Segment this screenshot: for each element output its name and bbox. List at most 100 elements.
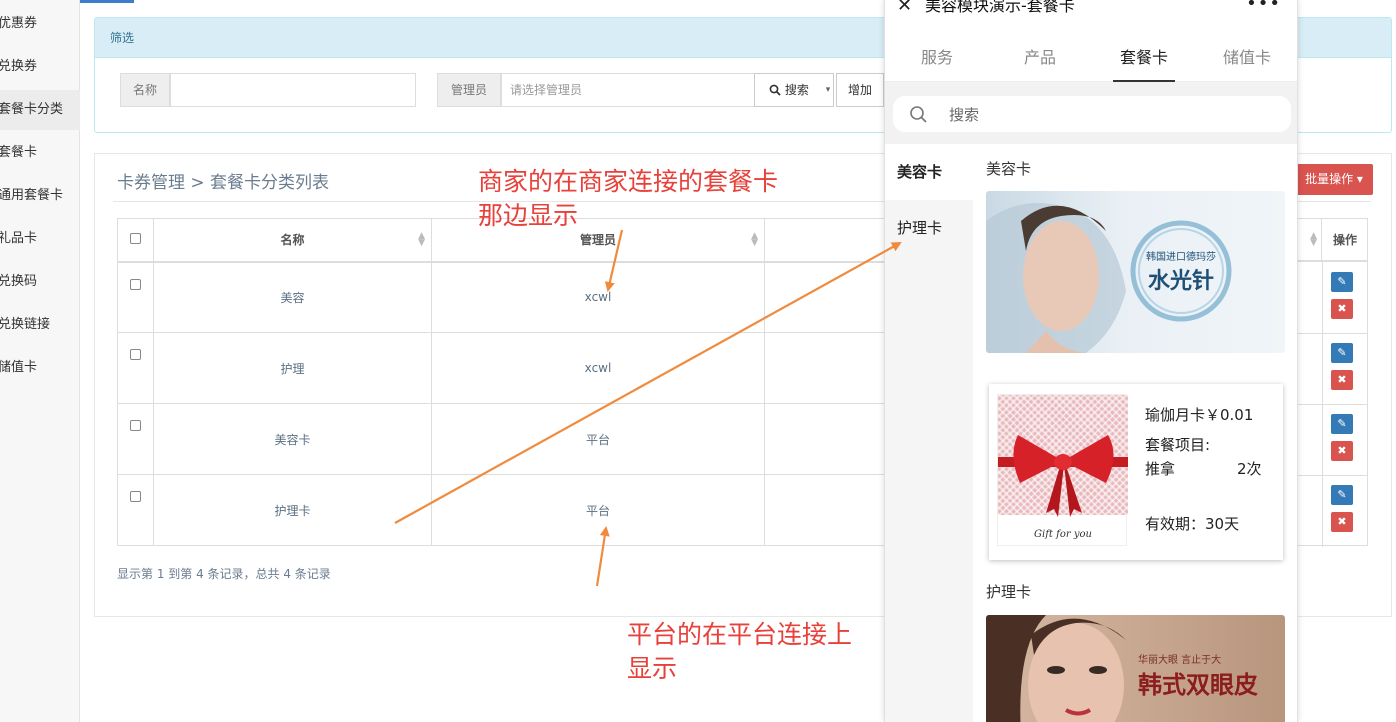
table-right-edge: ▲ ▼ 操作 ✎ ✖ ✎ ✖ ✎ ✖ ✎ ✖	[1298, 218, 1368, 547]
tab-service[interactable]: 服务	[885, 44, 989, 68]
edit-button[interactable]: ✎	[1331, 272, 1353, 292]
admin-select[interactable]: 请选择管理员	[501, 73, 755, 107]
gift-card-validity: 有效期：30天	[1145, 515, 1240, 533]
sort-icon: ▲ ▼	[1310, 231, 1317, 248]
row-checkbox-cell	[117, 474, 154, 546]
search-dropdown-toggle[interactable]: ▾	[823, 73, 834, 107]
close-icon: ✖	[1337, 373, 1347, 386]
row-checkbox-cell	[117, 332, 154, 404]
sidebar-item-package-category[interactable]: 套餐卡分类	[0, 90, 80, 130]
select-all-checkbox[interactable]	[130, 233, 141, 244]
close-icon: ✖	[1337, 515, 1347, 528]
gift-card-item-count: 2次	[1237, 460, 1262, 478]
cell-name: 护理卡	[153, 474, 432, 546]
cell-name: 护理	[153, 332, 432, 404]
table-row: 美容 xcwl	[117, 261, 885, 333]
sidebar-item-stored-value[interactable]: 储值卡	[0, 348, 80, 388]
row-checkbox[interactable]	[130, 349, 141, 360]
cell-hidden	[764, 261, 885, 333]
sidebar-item-redeem-code[interactable]: 兑换码	[0, 262, 80, 302]
annotation-merchant-line2: 那边显示	[478, 201, 579, 230]
gift-caption: Gift for you	[1034, 529, 1092, 540]
mobile-search-input[interactable]: 搜索	[893, 96, 1291, 132]
table-row: 护理 xcwl	[117, 332, 885, 404]
edit-icon: ✎	[1337, 275, 1347, 288]
page-edge	[1392, 17, 1396, 617]
cell-hidden	[764, 403, 885, 475]
edit-button[interactable]: ✎	[1331, 485, 1353, 505]
category-beauty-card[interactable]: 美容卡	[885, 144, 973, 200]
sidebar-item-package-card[interactable]: 套餐卡	[0, 133, 80, 173]
search-button-label: 搜索	[784, 83, 809, 97]
add-button[interactable]: 增加	[836, 73, 884, 107]
delete-button[interactable]: ✖	[1331, 441, 1353, 461]
breadcrumb: 卡券管理 > 套餐卡分类列表	[117, 173, 330, 193]
sidebar-item-general-package[interactable]: 通用套餐卡	[0, 176, 80, 216]
delete-button[interactable]: ✖	[1331, 370, 1353, 390]
admin-label: 管理员	[437, 73, 501, 107]
app-window: 优惠券 兑换券 套餐卡分类 套餐卡 通用套餐卡 礼品卡 兑换码 兑换链接 储值卡…	[0, 0, 1396, 722]
sidebar-item-coupon[interactable]: 优惠券	[0, 4, 80, 44]
close-icon[interactable]: ✕	[897, 0, 912, 15]
row-checkbox[interactable]	[130, 278, 141, 290]
annotation-platform-line1: 平台的在平台连接上	[627, 620, 853, 649]
top-tab-accent	[80, 0, 134, 3]
delete-button[interactable]: ✖	[1331, 512, 1353, 532]
name-input[interactable]	[170, 73, 416, 107]
table-row: 护理卡 平台	[117, 474, 885, 546]
row-checkbox-cell	[117, 403, 154, 475]
tab-product[interactable]: 产品	[988, 44, 1092, 68]
divider	[1298, 475, 1368, 476]
column-name-label: 名称	[280, 233, 305, 248]
mobile-title-bar: ✕ 美容模块演示-套餐卡 •••	[885, 0, 1297, 20]
close-icon: ✖	[1337, 444, 1347, 457]
divider	[1298, 333, 1368, 334]
column-admin-label: 管理员	[579, 233, 616, 248]
banner-title: 韩式双眼皮	[1138, 671, 1258, 699]
cell-admin: 平台	[431, 474, 765, 546]
banner-subtitle: 华丽大眼 言止于大	[1138, 655, 1222, 666]
edit-button[interactable]: ✎	[1331, 414, 1353, 434]
sort-icon: ▲ ▼	[418, 231, 425, 248]
gift-card-item-name: 推拿	[1145, 460, 1176, 478]
sidebar-item-gift-card[interactable]: 礼品卡	[0, 219, 80, 259]
section-title-beauty: 美容卡	[986, 160, 1032, 178]
delete-button[interactable]: ✖	[1331, 299, 1353, 319]
row-checkbox[interactable]	[130, 491, 141, 502]
care-card-banner[interactable]: 华丽大眼 言止于大 韩式双眼皮	[986, 615, 1285, 722]
tab-package-card[interactable]: 套餐卡	[1092, 44, 1196, 68]
beauty-card-banner[interactable]: 韩国进口德玛莎 水光针	[986, 191, 1285, 353]
cell-admin: xcwl	[431, 261, 765, 333]
edit-icon: ✎	[1337, 346, 1347, 359]
gift-card-image: Gift for you	[997, 394, 1128, 546]
table-row: 美容卡 平台	[117, 403, 885, 475]
cell-admin: xcwl	[431, 332, 765, 404]
row-checkbox[interactable]	[130, 420, 141, 431]
name-label: 名称	[120, 73, 170, 107]
column-header-name[interactable]: 名称 ▲ ▼	[153, 218, 432, 263]
bulk-actions-button[interactable]: 批量操作 ▾	[1295, 164, 1373, 195]
tab-stored-value[interactable]: 储值卡	[1195, 44, 1297, 68]
more-icon[interactable]: •••	[1246, 0, 1281, 13]
search-icon	[769, 84, 781, 96]
edit-button[interactable]: ✎	[1331, 343, 1353, 363]
category-care-card[interactable]: 护理卡	[885, 200, 973, 256]
gift-card-items-label: 套餐项目:	[1145, 436, 1211, 454]
mobile-search-area: 搜索	[885, 82, 1297, 144]
gift-card-item[interactable]: Gift for you 瑜伽月卡￥0.01 套餐项目: 推拿 2次 有效期：3…	[989, 384, 1283, 560]
cell-hidden	[764, 474, 885, 546]
column-header-hidden	[764, 218, 885, 263]
annotation-platform-line2: 显示	[627, 654, 678, 683]
pagination-info: 显示第 1 到第 4 条记录，总共 4 条记录	[117, 567, 331, 581]
mobile-search-placeholder: 搜索	[949, 106, 980, 124]
sidebar-item-exchange-coupon[interactable]: 兑换券	[0, 47, 80, 87]
annotation-merchant-line1: 商家的在商家连接的套餐卡	[478, 167, 779, 196]
banner-subtitle: 韩国进口德玛莎	[1146, 252, 1216, 263]
gift-bow-icon	[998, 435, 1128, 517]
banner-title: 水光针	[1147, 269, 1214, 294]
section-title-care: 护理卡	[986, 583, 1032, 601]
sidebar-item-redeem-link[interactable]: 兑换链接	[0, 305, 80, 345]
close-icon: ✖	[1337, 302, 1347, 315]
sort-icon: ▲ ▼	[751, 231, 758, 248]
search-button[interactable]: 搜索	[754, 73, 824, 107]
